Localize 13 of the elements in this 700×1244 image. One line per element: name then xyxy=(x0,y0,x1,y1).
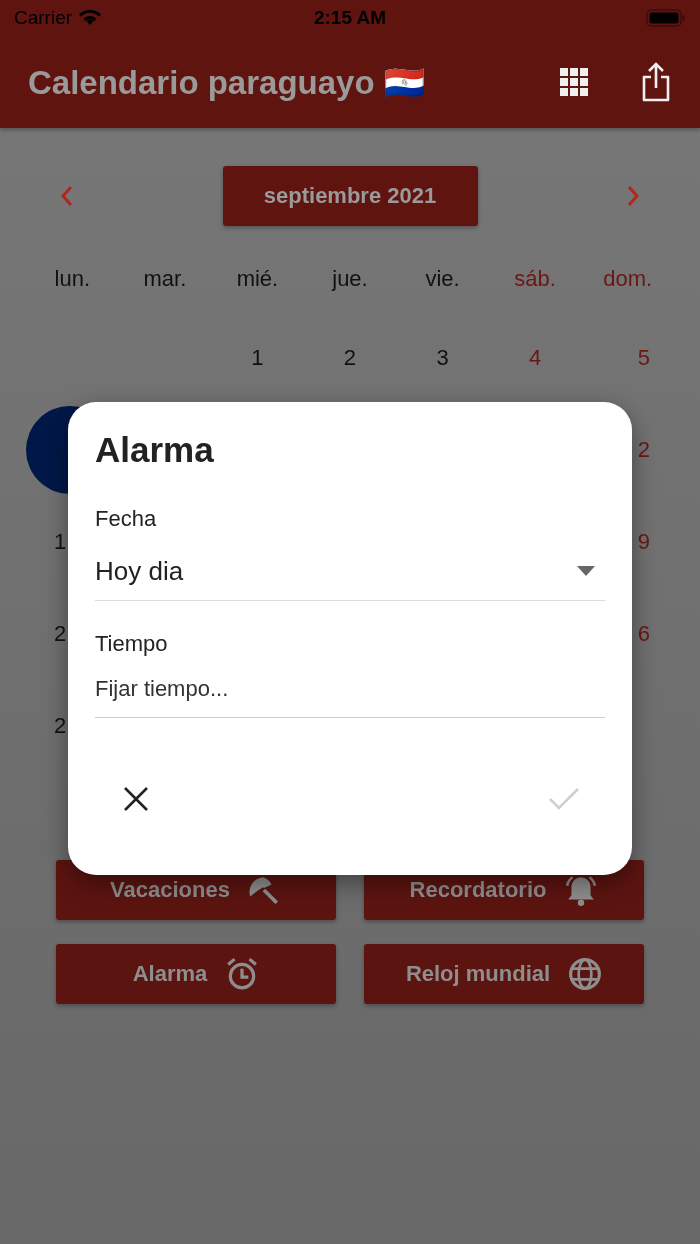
weekday-label: vie. xyxy=(424,265,461,293)
weekday-label: mié. xyxy=(235,265,280,293)
field-label: Tiempo xyxy=(95,631,169,657)
field-label: Fecha xyxy=(95,506,158,532)
dialog-title: Alarma xyxy=(95,430,215,471)
app-title: Calendario paraguayo 🇵🇾 xyxy=(28,62,426,102)
weekday-label: sáb. xyxy=(513,265,557,293)
carrier-label: Carrier xyxy=(14,7,73,29)
weekday-label: dom. xyxy=(602,265,654,293)
weekday-label: jue. xyxy=(330,265,369,293)
weekday-label: lun. xyxy=(53,265,91,293)
status-time: 2:15 AM xyxy=(313,7,387,29)
weekday-label: mar. xyxy=(142,265,188,293)
